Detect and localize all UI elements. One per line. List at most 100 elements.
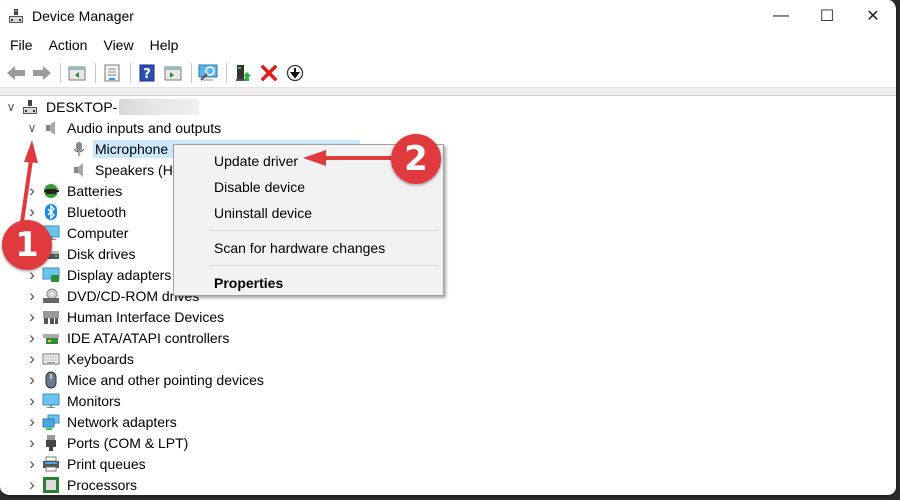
enable-device-icon <box>286 64 304 81</box>
tree-category-node[interactable]: ∨ Audio inputs and outputs <box>0 117 896 138</box>
menu-file[interactable]: File <box>4 37 39 53</box>
tree-node-label: Ports (COM & LPT) <box>67 434 189 451</box>
tree-node-label: Network adapters <box>67 413 177 430</box>
close-button[interactable]: ✕ <box>850 0 896 32</box>
tree-node-label: Mice and other pointing devices <box>67 371 264 388</box>
speaker-icon <box>70 161 88 179</box>
speaker-icon <box>42 119 60 137</box>
help-button[interactable]: ? <box>135 61 159 85</box>
tree-category-node[interactable]: ›Disk drives <box>0 243 896 264</box>
device-manager-icon <box>8 8 24 24</box>
maximize-button[interactable]: ☐ <box>804 0 850 32</box>
toolbar-separator <box>60 62 61 83</box>
toolbar-separator <box>130 62 131 83</box>
expand-chevron-icon[interactable]: › <box>25 306 39 327</box>
tree-category-node[interactable]: › Display adapters <box>0 264 896 285</box>
tree-category-node[interactable]: › Keyboards <box>0 348 896 369</box>
expand-chevron-icon[interactable]: › <box>25 474 39 495</box>
close-icon: ✕ <box>866 8 880 25</box>
tree-category-node[interactable]: › Mice and other pointing devices <box>0 369 896 390</box>
device-tree: ∨ DESKTOP- ∨ Audio inputs and outputs Micr… <box>0 94 896 495</box>
expand-chevron-icon[interactable]: › <box>25 369 39 390</box>
tree-category-node[interactable]: › IDE ATA/ATAPI controllers <box>0 327 896 348</box>
expand-chevron-icon[interactable]: › <box>25 180 39 201</box>
tree-child-node[interactable]: Microphone (High Definition Audio Device… <box>0 138 896 159</box>
expand-chevron-icon[interactable]: › <box>25 285 39 306</box>
hid-icon <box>42 308 60 326</box>
tree-category-node[interactable]: › Human Interface Devices <box>0 306 896 327</box>
tree-category-node[interactable]: › Print queues <box>0 453 896 474</box>
tree-category-node[interactable]: › Bluetooth <box>0 201 896 222</box>
expand-chevron-icon[interactable]: › <box>25 348 39 369</box>
tree-root[interactable]: ∨ DESKTOP- <box>0 96 896 117</box>
properties-button[interactable] <box>100 61 124 85</box>
minimize-button[interactable]: — <box>758 0 804 32</box>
tree-node-label: Print queues <box>67 455 146 472</box>
tree-category-node[interactable]: › Monitors <box>0 390 896 411</box>
redacted-hostname <box>119 98 200 115</box>
toolbar: ? <box>0 58 896 88</box>
expand-chevron-icon[interactable]: › <box>25 327 39 348</box>
properties-icon <box>104 64 120 81</box>
battery-icon <box>42 182 60 200</box>
menu-help[interactable]: Help <box>144 37 185 53</box>
toolbar-separator <box>226 62 227 83</box>
menu-action[interactable]: Action <box>43 37 94 53</box>
forward-button[interactable] <box>30 61 54 85</box>
mouse-icon <box>42 371 60 389</box>
port-icon <box>42 434 60 452</box>
update-driver-icon <box>236 64 251 81</box>
tree-node-label: Human Interface Devices <box>67 308 225 325</box>
tree-category-node[interactable]: › Network adapters <box>0 411 896 432</box>
tree-node-label: Audio inputs and outputs <box>67 119 222 136</box>
expand-chevron-icon[interactable]: › <box>25 201 39 222</box>
maximize-icon: ☐ <box>819 8 835 25</box>
bluetooth-icon <box>42 203 60 221</box>
computer-root-icon <box>21 98 39 116</box>
back-button[interactable] <box>4 61 28 85</box>
network-icon <box>42 413 60 431</box>
toolbar-separator <box>95 62 96 83</box>
show-hide-console-tree-button[interactable] <box>65 61 89 85</box>
collapse-chevron-icon[interactable]: ∨ <box>4 96 18 117</box>
show-action-pane-button[interactable] <box>161 61 185 85</box>
tree-category-node[interactable]: ›Computer <box>0 222 896 243</box>
tree-node-label: Monitors <box>67 392 121 409</box>
expand-chevron-icon[interactable]: › <box>25 411 39 432</box>
enable-device-button[interactable] <box>283 61 307 85</box>
action-pane-icon <box>164 66 182 80</box>
forward-icon <box>33 65 51 80</box>
menu-view[interactable]: View <box>97 37 139 53</box>
root-label: DESKTOP- <box>46 98 118 115</box>
context-scan-hardware[interactable]: Scan for hardware changes <box>174 235 443 261</box>
annotation-badge-1: 1 <box>2 220 52 270</box>
scan-hardware-button[interactable] <box>196 61 220 85</box>
tree-node-label: Batteries <box>67 182 123 199</box>
context-separator <box>210 265 439 266</box>
window-title: Device Manager <box>32 8 134 24</box>
display-icon <box>42 266 60 284</box>
back-icon <box>7 65 25 80</box>
context-properties[interactable]: Properties <box>174 270 443 296</box>
tree-category-node[interactable]: › Processors <box>0 474 896 495</box>
monitor-icon <box>42 392 60 410</box>
dvd-icon <box>42 287 60 305</box>
uninstall-device-icon <box>261 64 277 81</box>
tree-category-node[interactable]: › DVD/CD-ROM drives <box>0 285 896 306</box>
collapse-chevron-icon[interactable]: ∨ <box>25 117 39 138</box>
printer-icon <box>42 455 60 473</box>
ide-icon <box>42 329 60 347</box>
tree-child-node[interactable]: Speakers (High Definition Audio Device) <box>0 159 896 180</box>
scan-hardware-icon <box>198 64 218 81</box>
update-driver-button[interactable] <box>231 61 255 85</box>
expand-chevron-icon[interactable]: › <box>25 432 39 453</box>
expand-chevron-icon[interactable]: › <box>25 390 39 411</box>
tree-node-label: Disk drives <box>67 245 136 262</box>
title-bar: Device Manager — ☐ ✕ <box>0 0 896 32</box>
tree-category-node[interactable]: › Batteries <box>0 180 896 201</box>
expand-chevron-icon[interactable]: › <box>25 453 39 474</box>
uninstall-device-button[interactable] <box>257 61 281 85</box>
tree-category-node[interactable]: › Ports (COM & LPT) <box>0 432 896 453</box>
context-uninstall-device[interactable]: Uninstall device <box>174 200 443 226</box>
